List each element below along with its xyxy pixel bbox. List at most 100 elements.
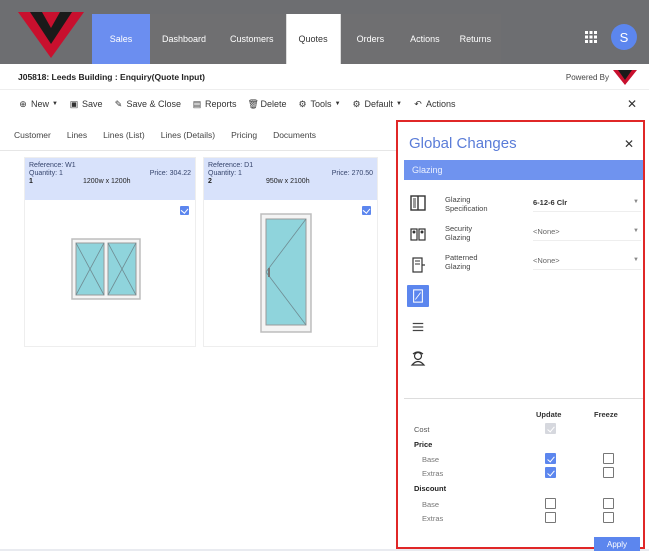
discount-base-freeze-checkbox[interactable]	[603, 498, 614, 509]
row-label-discount: Discount	[414, 484, 447, 493]
row-label-cost: Cost	[414, 425, 430, 434]
price-base-freeze-checkbox[interactable]	[603, 453, 614, 464]
reports-label: Reports	[205, 99, 237, 109]
line-card-header: Reference: D1 Quantity: 1 Price: 270.50 …	[204, 158, 377, 200]
delete-label: Delete	[260, 99, 287, 109]
nav-tab-customers[interactable]: Customers	[218, 14, 286, 64]
row-label-price-base: Base	[422, 455, 440, 464]
option-rail	[407, 192, 433, 378]
patterned-glazing-select[interactable]: <None> ▼	[533, 252, 641, 270]
line-reference: Reference: D1	[208, 162, 254, 169]
user-avatar[interactable]: S	[611, 24, 637, 50]
nav-tab-actions[interactable]: Actions	[400, 14, 450, 64]
default-button[interactable]: ⚙ Default ▼	[352, 99, 402, 109]
report-icon: ▤	[192, 99, 202, 109]
line-number: 1	[29, 178, 33, 185]
line-price: Price: 304.22	[149, 170, 191, 177]
line-price: Price: 270.50	[331, 170, 373, 177]
option-label: Patterned	[445, 253, 478, 262]
company-logo[interactable]	[16, 8, 86, 60]
discount-base-update-checkbox[interactable]	[545, 498, 556, 509]
tools-label: Tools	[310, 99, 332, 109]
close-icon[interactable]: ✕	[627, 97, 637, 111]
patterned-glazing-icon[interactable]	[407, 254, 429, 276]
new-button[interactable]: ⊕ New ▼	[18, 99, 58, 109]
chevron-down-icon: ▼	[633, 199, 639, 205]
actions-label: Actions	[426, 99, 456, 109]
tab-pricing[interactable]: Pricing	[231, 130, 257, 140]
option-label: Glazing	[445, 195, 471, 204]
chevron-down-icon: ▼	[633, 257, 639, 263]
save-button[interactable]: ▣ Save	[69, 99, 103, 109]
save-close-button[interactable]: ✎ Save & Close	[113, 99, 181, 109]
option-label: Glazing	[445, 233, 471, 242]
gear-icon: ⚙	[298, 99, 307, 109]
panel-divider	[404, 398, 643, 399]
grid-icon[interactable]	[584, 30, 598, 44]
section-header-glazing: Glazing	[404, 160, 643, 180]
line-select-checkbox[interactable]	[362, 206, 371, 215]
column-header-update: Update	[536, 410, 562, 419]
door-drawing	[260, 213, 312, 333]
tab-documents[interactable]: Documents	[273, 130, 316, 140]
line-reference: Reference: W1	[29, 162, 76, 169]
glazing-icon[interactable]	[407, 192, 429, 214]
page-title: J05818: Leeds Building : Enquiry(Quote I…	[18, 72, 206, 82]
glazing-specification-select[interactable]: 6-12-6 Clr ▼	[533, 194, 641, 212]
line-card-header: Reference: W1 Quantity: 1 Price: 304.22 …	[25, 158, 195, 200]
powered-by-label: Powered By	[565, 73, 609, 82]
app-window: Sales Dashboard Customers Quotes Orders …	[0, 0, 649, 551]
delete-button[interactable]: 🗑 Delete	[248, 99, 287, 109]
selected-option-icon[interactable]	[407, 285, 429, 307]
actions-button[interactable]: ↶ Actions	[413, 99, 456, 109]
global-changes-panel: Global Changes ✕ Glazing Glazing Specifi…	[396, 120, 645, 551]
discount-extras-freeze-checkbox[interactable]	[603, 512, 614, 523]
save-icon: ▣	[69, 99, 79, 109]
price-extras-freeze-checkbox[interactable]	[603, 467, 614, 478]
line-card-2[interactable]: Reference: D1 Quantity: 1 Price: 270.50 …	[203, 157, 378, 347]
nav-tab-orders[interactable]: Orders	[340, 14, 401, 64]
line-size: 950w x 2100h	[266, 178, 310, 185]
list-icon[interactable]	[407, 316, 429, 338]
price-base-update-checkbox[interactable]	[545, 453, 556, 464]
security-glazing-icon[interactable]	[407, 223, 429, 245]
trash-icon: 🗑	[247, 99, 259, 109]
settings-icon: ⚙	[352, 99, 361, 109]
discount-extras-update-checkbox[interactable]	[545, 512, 556, 523]
nav-tab-returns[interactable]: Returns	[449, 14, 502, 64]
powered-by-logo	[613, 70, 637, 85]
line-select-checkbox[interactable]	[180, 206, 189, 215]
nav-tab-quotes[interactable]: Quotes	[285, 14, 341, 64]
tab-divider	[0, 150, 396, 151]
security-glazing-select[interactable]: <None> ▼	[533, 223, 641, 241]
plus-circle-icon: ⊕	[19, 99, 27, 109]
tab-customer[interactable]: Customer	[14, 130, 51, 140]
option-patterned-glazing: Patterned Glazing	[445, 253, 478, 271]
title-row: J05818: Leeds Building : Enquiry(Quote I…	[0, 64, 649, 90]
close-icon[interactable]: ✕	[624, 137, 634, 151]
main-nav: Sales Dashboard Customers Quotes Orders …	[92, 14, 502, 64]
tab-lines-details[interactable]: Lines (Details)	[161, 130, 215, 140]
fitter-icon[interactable]	[407, 347, 429, 369]
select-value: 6-12-6 Clr	[533, 198, 568, 207]
default-label: Default	[364, 99, 394, 109]
tab-lines-list[interactable]: Lines (List)	[103, 130, 145, 140]
nav-tab-dashboard[interactable]: Dashboard	[150, 14, 219, 64]
option-glazing-specification: Glazing Specification	[445, 195, 488, 213]
chevron-down-icon: ▼	[633, 228, 639, 234]
row-label-price-extras: Extras	[422, 469, 444, 478]
pen-icon: ✎	[114, 99, 123, 109]
reports-button[interactable]: ▤ Reports	[192, 99, 237, 109]
nav-tab-sales[interactable]: Sales	[92, 14, 150, 64]
save-close-label: Save & Close	[126, 99, 182, 109]
undo-icon: ↶	[414, 99, 422, 109]
chevron-down-icon: ▼	[396, 101, 402, 107]
line-quantity: Quantity: 1	[208, 170, 242, 177]
price-extras-update-checkbox[interactable]	[545, 467, 556, 478]
column-header-freeze: Freeze	[594, 410, 618, 419]
tools-button[interactable]: ⚙ Tools ▼	[298, 99, 341, 109]
row-label-discount-base: Base	[422, 500, 440, 509]
line-card-1[interactable]: Reference: W1 Quantity: 1 Price: 304.22 …	[24, 157, 196, 347]
cost-update-checkbox	[545, 423, 556, 434]
tab-lines[interactable]: Lines	[67, 130, 87, 140]
